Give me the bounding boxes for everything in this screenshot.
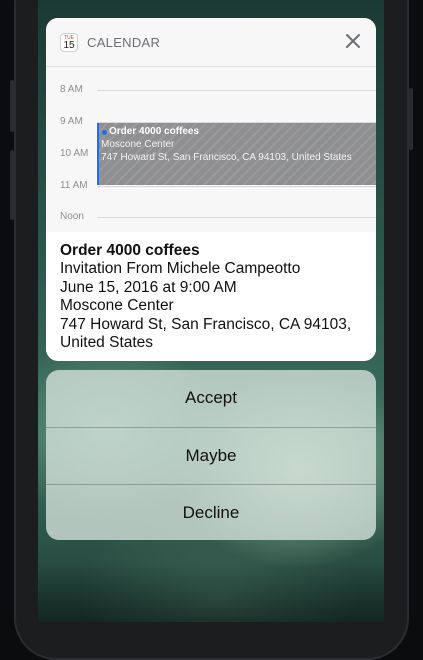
response-actions: Accept Maybe Decline	[46, 370, 376, 540]
event-location: Moscone Center	[101, 139, 175, 150]
close-icon[interactable]	[342, 30, 364, 52]
calendar-notification: TUE 15 CALENDAR 8 AM 9 AM 10 AM 11 AM No…	[46, 18, 376, 361]
hour-divider	[97, 186, 376, 187]
accept-button[interactable]: Accept	[46, 370, 376, 427]
event-address: 747 Howard St, San Francisco, CA 94103, …	[101, 152, 352, 163]
volume-button	[10, 150, 14, 220]
time-label: 11 AM	[60, 180, 88, 191]
time-label: 8 AM	[60, 84, 83, 95]
hour-divider	[97, 217, 376, 218]
power-button	[409, 88, 413, 150]
timeline-row: Noon	[46, 210, 376, 224]
event-details: Order 4000 coffees Invitation From Miche…	[46, 232, 376, 353]
calendar-app-icon: TUE 15	[60, 33, 78, 52]
details-location: Moscone Center	[60, 297, 174, 315]
calendar-event-block[interactable]: Order 4000 coffees Moscone Center 747 Ho…	[97, 123, 376, 185]
details-title: Order 4000 coffees	[60, 242, 200, 259]
wallpaper-shade	[38, 562, 384, 622]
app-name: CALENDAR	[87, 35, 161, 50]
timeline-row: 8 AM	[46, 83, 376, 97]
maybe-button[interactable]: Maybe	[46, 426, 376, 485]
hour-divider	[97, 90, 376, 91]
event-dot-icon	[102, 130, 107, 135]
decline-button[interactable]: Decline	[46, 484, 376, 540]
details-address-line1: 747 Howard St, San Francisco, CA 94103,	[60, 315, 352, 333]
details-address-line2: United States	[60, 334, 154, 352]
mute-switch	[10, 80, 14, 132]
details-datetime: June 15, 2016 at 9:00 AM	[60, 278, 237, 296]
event-title: Order 4000 coffees	[109, 126, 200, 137]
app-icon-date: 15	[63, 40, 75, 51]
phone-screen: TUE 15 CALENDAR 8 AM 9 AM 10 AM 11 AM No…	[38, 0, 384, 622]
time-label: Noon	[60, 211, 84, 222]
notification-header: TUE 15 CALENDAR	[46, 18, 376, 67]
time-label: 10 AM	[60, 148, 89, 159]
time-label: 9 AM	[60, 116, 83, 127]
day-timeline: 8 AM 9 AM 10 AM 11 AM Noon Order 4000 co…	[46, 67, 376, 232]
details-invitation: Invitation From Michele Campeotto	[60, 260, 301, 278]
